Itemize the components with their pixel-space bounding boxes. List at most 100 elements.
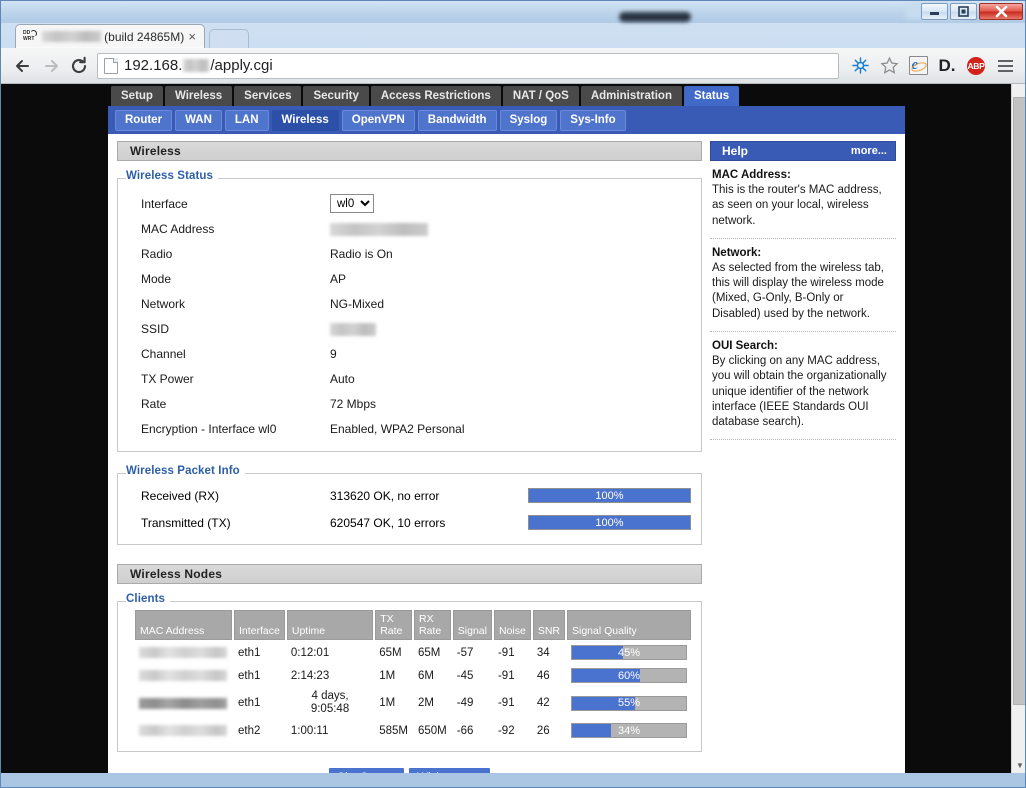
back-icon[interactable] [9,52,37,80]
table-row[interactable]: eth1 0:12:01 65M 65M -57 -91 34 [135,642,691,663]
new-tab-button[interactable] [209,29,249,48]
rx-progress-label: 100% [529,489,690,502]
col-snr: SNR [533,610,565,640]
help-block-network: Network: As selected from the wireless t… [710,239,896,322]
col-noise: Noise [494,610,531,640]
hamburger-menu-icon[interactable] [991,52,1019,80]
row-rate: Rate 72 Mbps [128,391,691,416]
packet-row-rx: Received (RX) 313620 OK, no error 100% [128,482,691,509]
interface-select[interactable]: wl0 [330,194,374,213]
cell-uptime: 4 days, 9:05:48 [287,688,373,718]
sub-tab-syslog[interactable]: Syslog [500,110,558,131]
help-title: Help [722,144,748,158]
network-value: NG-Mixed [330,297,691,311]
cell-mac[interactable] [135,720,232,741]
cell-noise: -92 [494,720,531,741]
col-signal: Signal [453,610,492,640]
minimize-button[interactable] [921,3,948,20]
help-text: As selected from the wireless tab, this … [712,261,894,322]
sub-tab-router[interactable]: Router [115,110,172,131]
wireless-status-legend: Wireless Status [126,170,218,182]
main-tab-access-restrictions[interactable]: Access Restrictions [371,86,501,106]
cell-interface: eth1 [234,642,285,663]
browser-toolbar: 192.168. /apply.cgi e D. ABP [1,48,1026,84]
cell-noise: -91 [494,665,531,686]
cell-tx-rate: 585M [375,720,412,741]
cell-mac[interactable] [135,665,232,686]
main-tab-status[interactable]: Status [684,86,739,106]
sub-tab-bandwidth[interactable]: Bandwidth [418,110,497,131]
clients-table: MAC Address Interface Uptime TXRate RXRa… [133,608,693,743]
adblock-plus-extension-icon[interactable]: ABP [962,52,990,80]
mac-address-value-redacted [330,223,428,236]
row-radio: Radio Radio is On [128,241,691,266]
reload-icon[interactable] [65,52,93,80]
page-scrollbar[interactable]: ▼ [1011,84,1026,773]
main-tab-wireless[interactable]: Wireless [165,86,232,106]
main-tab-security[interactable]: Security [303,86,368,106]
sub-tab-wan[interactable]: WAN [175,110,222,131]
address-bar[interactable]: 192.168. /apply.cgi [97,53,839,79]
scroll-down-icon[interactable]: ▼ [1012,757,1026,773]
main-tab-setup[interactable]: Setup [111,86,163,106]
help-text: This is the router's MAC address, as see… [712,183,894,229]
disconnect-extension-icon[interactable]: D. [933,52,961,80]
main-tab-administration[interactable]: Administration [581,86,682,106]
sub-tab-sys-info[interactable]: Sys-Info [560,110,625,131]
row-ssid: SSID [128,316,691,341]
tx-power-label: TX Power [128,372,330,386]
rx-progress-bar: 100% [528,488,691,503]
ddwrt-favicon-icon: DDWRT [22,29,38,45]
scrollbar-thumb[interactable] [1013,97,1026,705]
mac-address-label: MAC Address [128,222,330,236]
main-tab-services[interactable]: Services [234,86,301,106]
cell-signal: -57 [453,642,492,663]
ie-tab-extension-icon[interactable]: e [904,52,932,80]
bookmark-extension-icon[interactable] [846,52,874,80]
cell-signal: -49 [453,688,492,718]
cell-mac[interactable] [135,688,232,718]
clients-table-header-row: MAC Address Interface Uptime TXRate RXRa… [135,610,691,640]
help-heading: MAC Address: [712,169,894,181]
maximize-button[interactable] [950,3,977,20]
mode-label: Mode [128,272,330,286]
row-interface: Interface wl0 [128,191,691,216]
sub-tab-wireless[interactable]: Wireless [272,110,339,131]
col-uptime: Uptime [287,610,373,640]
cell-rx-rate: 2M [414,688,451,718]
mode-value: AP [330,272,691,286]
clients-group: Clients MAC Address Interface Uptime TXR… [117,601,702,752]
wireless-nodes-header: Wireless Nodes [117,564,702,584]
help-header: Help more... [710,141,896,161]
forward-icon[interactable] [37,52,65,80]
site-survey-button[interactable]: Site Survey [329,768,404,773]
table-row[interactable]: eth2 1:00:11 585M 650M -66 -92 26 [135,720,691,741]
col-interface: Interface [234,610,285,640]
signal-quality-label: 34% [572,724,686,737]
close-button[interactable] [979,3,1023,20]
sub-tab-lan[interactable]: LAN [225,110,269,131]
ssid-value-redacted [330,323,376,336]
sub-tab-openvpn[interactable]: OpenVPN [342,110,415,131]
cell-tx-rate: 1M [375,688,412,718]
table-row[interactable]: eth1 2:14:23 1M 6M -45 -91 46 [135,665,691,686]
help-more-link[interactable]: more... [851,145,887,157]
cell-rx-rate: 6M [414,665,451,686]
cell-mac[interactable] [135,642,232,663]
star-bookmark-icon[interactable] [875,52,903,80]
tab-close-icon[interactable]: × [184,29,200,45]
cell-quality: 45% [567,642,691,663]
help-divider [710,439,896,440]
browser-tab[interactable]: DDWRT (build 24865M) × [15,24,205,48]
help-block-mac-address: MAC Address: This is the router's MAC ad… [710,161,896,229]
rate-label: Rate [128,397,330,411]
wiviz-survey-button[interactable]: Wiviz survey [409,768,490,773]
cell-interface: eth1 [234,688,285,718]
main-tab-nat-qos[interactable]: NAT / QoS [503,86,579,106]
cell-noise: -91 [494,688,531,718]
cell-snr: 46 [533,665,565,686]
table-row[interactable]: eth1 4 days, 9:05:48 1M 2M -49 -91 42 [135,688,691,718]
url-prefix: 192.168. [124,57,182,74]
rate-value: 72 Mbps [330,397,691,411]
tab-strip: DDWRT (build 24865M) × [1,23,1026,48]
